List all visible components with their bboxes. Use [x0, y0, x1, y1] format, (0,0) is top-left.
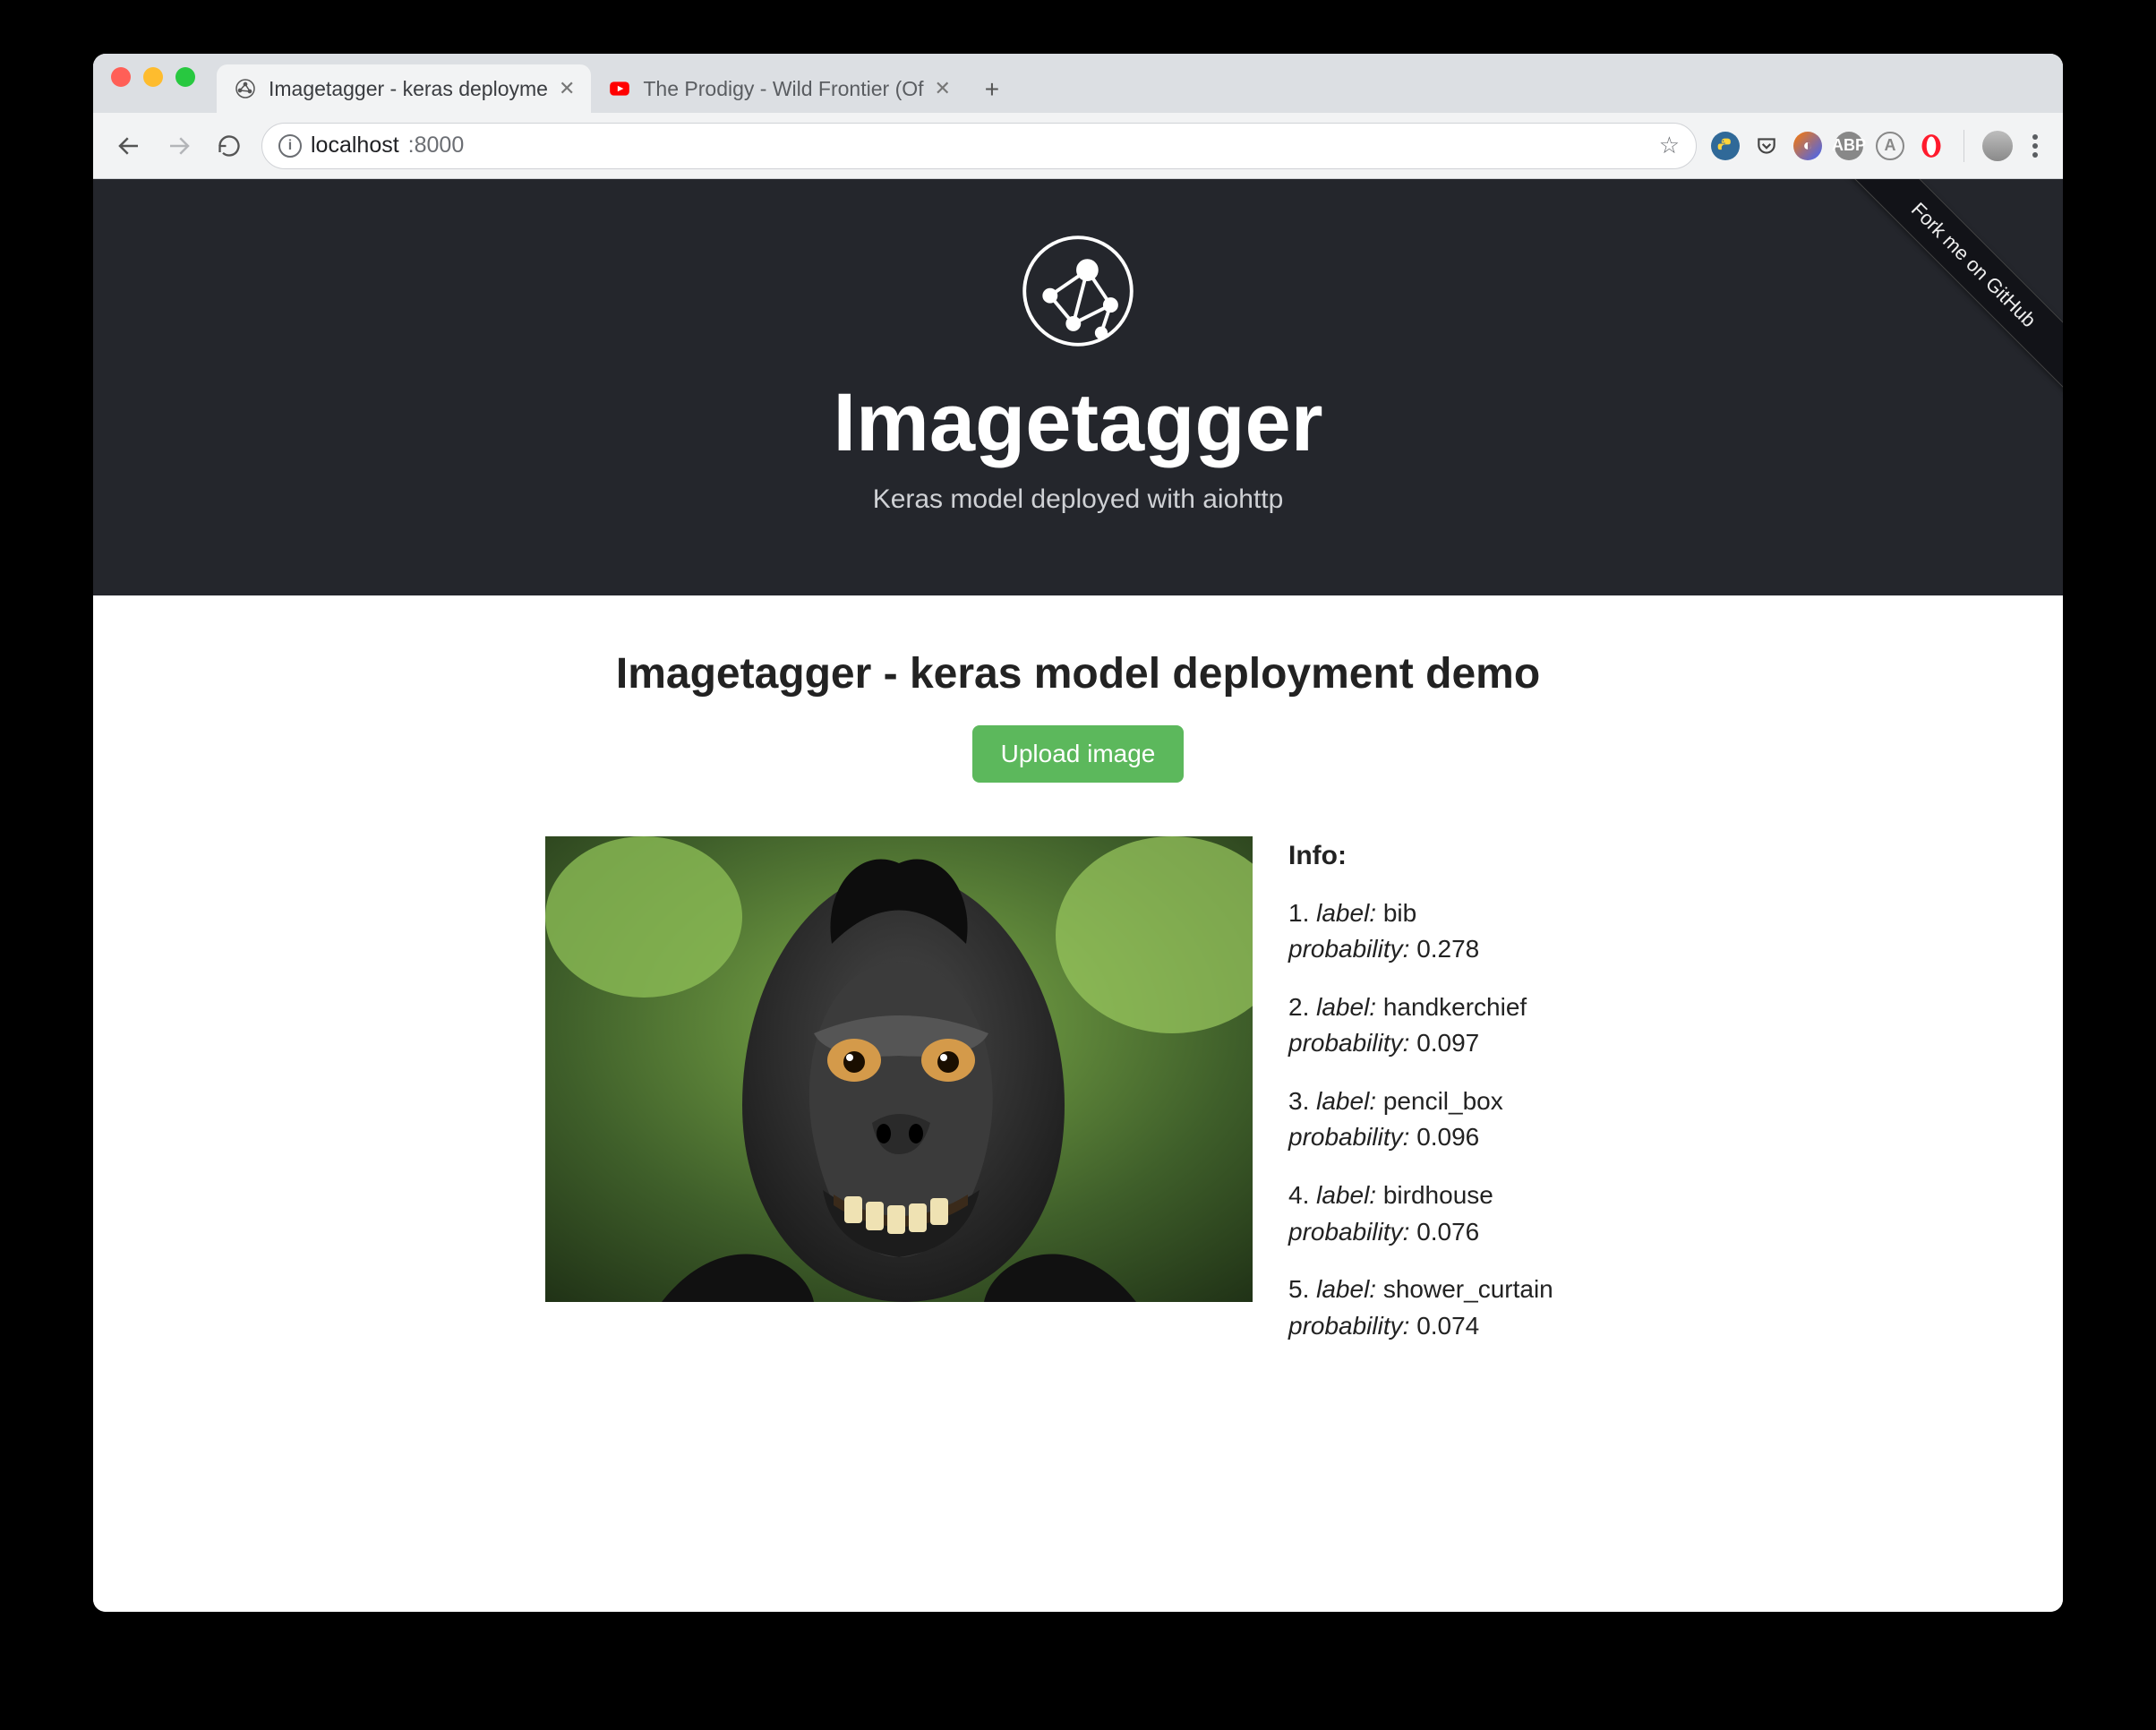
- fork-on-github-label: Fork me on GitHub: [1824, 179, 2063, 415]
- label-value: birdhouse: [1383, 1181, 1493, 1209]
- tab-strip: Imagetagger - keras deployme ✕ The Prodi…: [93, 54, 2063, 113]
- browser-window: Imagetagger - keras deployme ✕ The Prodi…: [93, 54, 2063, 1612]
- probability-value: 0.076: [1416, 1218, 1479, 1246]
- prediction-rank: 2.: [1288, 993, 1309, 1021]
- extension-icon-abp[interactable]: ABP: [1835, 132, 1863, 160]
- new-tab-button[interactable]: +: [974, 72, 1010, 107]
- label-key: label:: [1316, 1181, 1376, 1209]
- bookmark-star-icon[interactable]: ☆: [1659, 132, 1680, 159]
- window-controls: [111, 67, 195, 87]
- tab-close-button[interactable]: ✕: [559, 79, 575, 98]
- prediction-rank: 3.: [1288, 1087, 1309, 1115]
- extension-icon-opera[interactable]: [1917, 132, 1946, 160]
- probability-key: probability:: [1288, 1123, 1409, 1151]
- probability-value: 0.074: [1416, 1312, 1479, 1340]
- probability-key: probability:: [1288, 935, 1409, 963]
- probability-key: probability:: [1288, 1029, 1409, 1057]
- profile-avatar[interactable]: [1982, 131, 2013, 161]
- reload-button[interactable]: [211, 128, 247, 164]
- extension-icon-a[interactable]: A: [1876, 132, 1904, 160]
- tab-youtube[interactable]: The Prodigy - Wild Frontier (Of ✕: [591, 64, 967, 113]
- label-value: shower_curtain: [1383, 1275, 1553, 1303]
- info-heading: Info:: [1288, 836, 1611, 876]
- prediction-rank: 5.: [1288, 1275, 1309, 1303]
- label-key: label:: [1316, 1275, 1376, 1303]
- toolbar: i localhost :8000 ☆ ◐ ABP A: [93, 113, 2063, 179]
- label-value: pencil_box: [1383, 1087, 1503, 1115]
- logo-network-icon: [1020, 233, 1136, 349]
- extension-icons: ◐ ABP A: [1711, 130, 2045, 162]
- probability-value: 0.278: [1416, 935, 1479, 963]
- tab-close-button[interactable]: ✕: [935, 79, 951, 98]
- forward-button[interactable]: [161, 128, 197, 164]
- fork-on-github-ribbon[interactable]: Fork me on GitHub: [1794, 179, 2063, 448]
- back-button[interactable]: [111, 128, 147, 164]
- extension-icon-similarweb[interactable]: ◐: [1793, 132, 1822, 160]
- window-zoom-button[interactable]: [175, 67, 195, 87]
- site-info-icon[interactable]: i: [278, 134, 302, 158]
- extension-icon-pocket[interactable]: [1752, 132, 1781, 160]
- prediction-item: 1. label: bib probability: 0.278: [1288, 895, 1611, 968]
- extension-icon-python[interactable]: [1711, 132, 1740, 160]
- hero-subtitle: Keras model deployed with aiohttp: [93, 484, 2063, 515]
- prediction-rank: 4.: [1288, 1181, 1309, 1209]
- network-favicon-icon: [233, 76, 258, 101]
- probability-value: 0.097: [1416, 1029, 1479, 1057]
- label-key: label:: [1316, 993, 1376, 1021]
- window-close-button[interactable]: [111, 67, 131, 87]
- page-content: Fork me on GitHub I: [93, 179, 2063, 1612]
- hero: Imagetagger Keras model deployed with ai…: [93, 179, 2063, 595]
- tab-imagetagger[interactable]: Imagetagger - keras deployme ✕: [217, 64, 591, 113]
- label-value: bib: [1383, 899, 1416, 927]
- tab-title: Imagetagger - keras deployme: [269, 77, 548, 101]
- uploaded-image: [545, 836, 1253, 1302]
- result-row: Info: 1. label: bib probability: 0.278 2. …: [93, 836, 2063, 1366]
- address-bar[interactable]: i localhost :8000 ☆: [261, 123, 1697, 169]
- probability-key: probability:: [1288, 1218, 1409, 1246]
- label-key: label:: [1316, 899, 1376, 927]
- prediction-item: 4. label: birdhouse probability: 0.076: [1288, 1178, 1611, 1250]
- url-host: localhost: [311, 133, 399, 158]
- window-minimize-button[interactable]: [143, 67, 163, 87]
- label-key: label:: [1316, 1087, 1376, 1115]
- prediction-item: 3. label: pencil_box probability: 0.096: [1288, 1083, 1611, 1156]
- predictions-info: Info: 1. label: bib probability: 0.278 2. …: [1288, 836, 1611, 1366]
- prediction-rank: 1.: [1288, 899, 1309, 927]
- url-port: :8000: [408, 133, 465, 158]
- probability-value: 0.096: [1416, 1123, 1479, 1151]
- upload-image-button[interactable]: Upload image: [972, 725, 1185, 783]
- main-section: Imagetagger - keras model deployment dem…: [93, 595, 2063, 1437]
- label-value: handkerchief: [1383, 993, 1527, 1021]
- youtube-favicon-icon: [607, 76, 632, 101]
- prediction-item: 2. label: handkerchief probability: 0.097: [1288, 989, 1611, 1062]
- prediction-item: 5. label: shower_curtain probability: 0.0…: [1288, 1272, 1611, 1344]
- probability-key: probability:: [1288, 1312, 1409, 1340]
- browser-menu-button[interactable]: [2025, 134, 2045, 158]
- tab-title: The Prodigy - Wild Frontier (Of: [643, 77, 923, 101]
- hero-title: Imagetagger: [93, 376, 2063, 470]
- page-heading: Imagetagger - keras model deployment dem…: [93, 649, 2063, 698]
